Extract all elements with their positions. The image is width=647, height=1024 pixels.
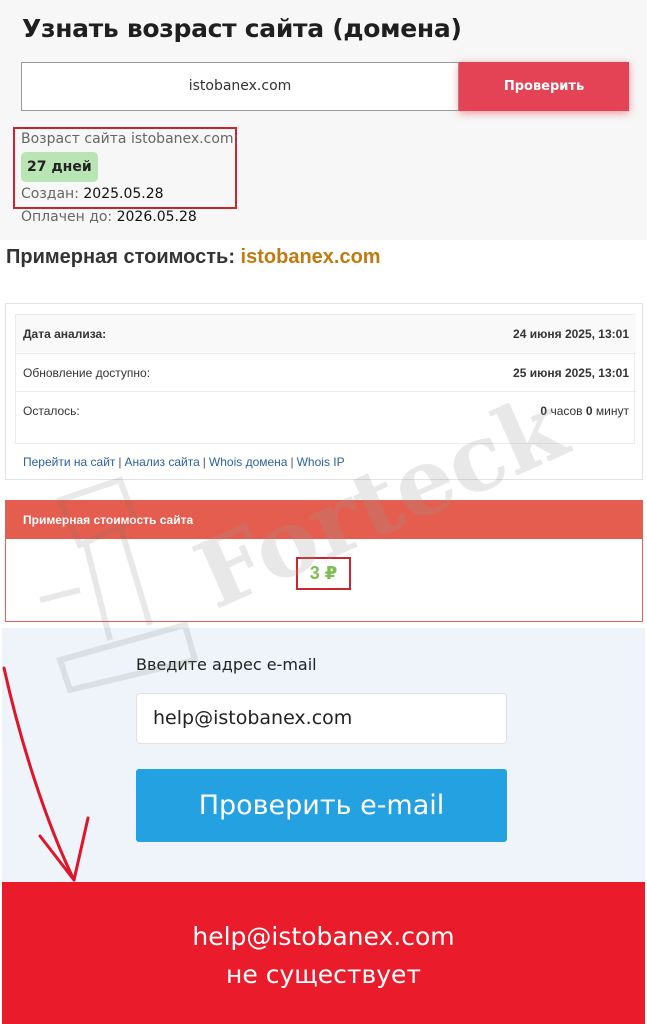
age-badge: 27 дней [21, 152, 98, 182]
age-label: Возраст сайта istobanex.com: [21, 131, 239, 147]
estimate-title-prefix: Примерная стоимость: [6, 246, 235, 268]
table-row: Обновление доступно: 25 июня 2025, 13:01 [16, 353, 636, 390]
created-row: Создан: 2025.05.28 [21, 186, 164, 202]
site-links: Перейти на сайт | Анализ сайта | Whois домен… [23, 455, 345, 469]
whois-domain-link[interactable]: Whois домена [209, 455, 288, 469]
email-input[interactable]: help@istobanex.com [136, 693, 507, 744]
analysis-date-label: Дата анализа: [23, 327, 107, 341]
email-result-banner: help@istobanex.com не существует [2, 882, 645, 1024]
table-row: Осталось: 0 часов 0 минут [16, 391, 636, 428]
update-available-value: 25 июня 2025, 13:01 [513, 366, 629, 380]
created-label: Создан: [21, 186, 79, 202]
email-check-section [2, 628, 645, 882]
estimate-title: Примерная стоимость: istobanex.com [6, 246, 381, 269]
check-email-button[interactable]: Проверить e-mail [136, 769, 507, 842]
price-header: Примерная стоимость сайта [6, 501, 642, 539]
paid-until-row: Оплачен до: 2026.05.28 [21, 209, 197, 225]
update-available-label: Обновление доступно: [23, 366, 151, 380]
page-title: Узнать возраст сайта (домена) [22, 14, 462, 43]
check-domain-button[interactable]: Проверить [459, 62, 629, 111]
analysis-info-table: Дата анализа: 24 июня 2025, 13:01 Обновл… [15, 314, 636, 444]
estimate-title-domain: istobanex.com [240, 246, 381, 268]
remaining-label: Осталось: [23, 404, 80, 418]
paid-until-label: Оплачен до: [21, 209, 113, 225]
go-to-site-link[interactable]: Перейти на сайт [23, 455, 115, 469]
created-date: 2025.05.28 [83, 186, 164, 202]
result-email: help@istobanex.com [192, 922, 455, 951]
analysis-info-card: Дата анализа: 24 июня 2025, 13:01 Обновл… [5, 303, 643, 480]
email-label: Введите адрес e-mail [136, 655, 317, 674]
site-analysis-link[interactable]: Анализ сайта [125, 455, 200, 469]
domain-input[interactable]: istobanex.com [21, 62, 459, 111]
paid-until-date: 2026.05.28 [116, 209, 197, 225]
whois-ip-link[interactable]: Whois IP [297, 455, 345, 469]
result-status: не существует [226, 960, 421, 989]
remaining-value: 0 часов 0 минут [540, 404, 629, 418]
price-value: 3 ₽ [309, 563, 338, 583]
table-row: Дата анализа: 24 июня 2025, 13:01 [16, 315, 636, 352]
analysis-date-value: 24 июня 2025, 13:01 [513, 327, 629, 341]
